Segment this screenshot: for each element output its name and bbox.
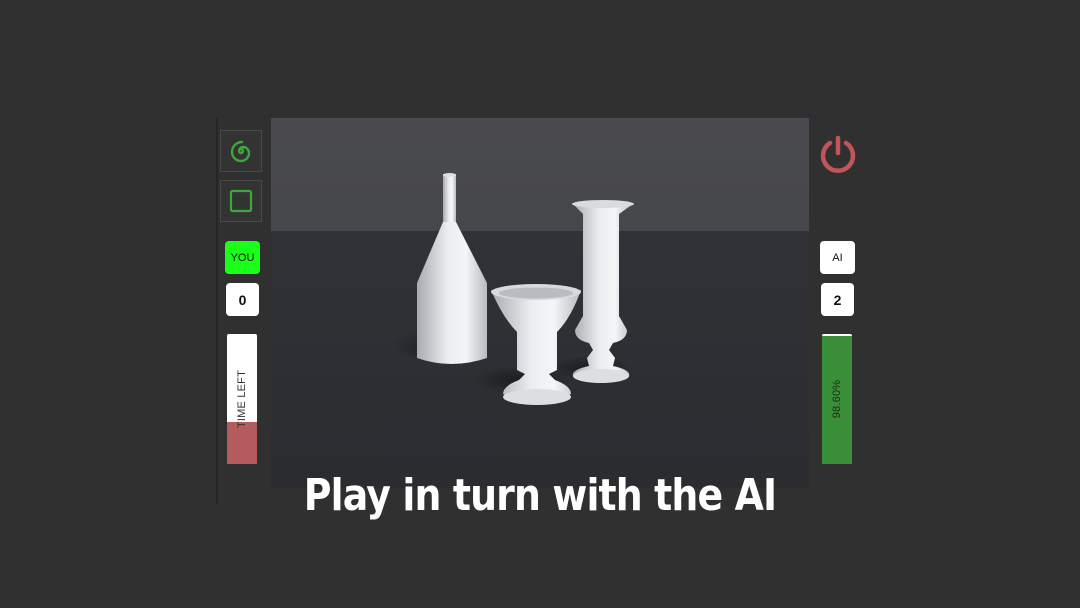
similarity-bar: 98.60% <box>822 334 852 464</box>
time-left-fill <box>227 422 257 464</box>
tall-vase[interactable] <box>572 200 634 383</box>
spiral-icon <box>230 140 251 163</box>
square-icon <box>229 189 253 213</box>
game-viewport[interactable] <box>271 118 809 488</box>
similarity-percent: 98.60% <box>831 379 843 419</box>
ai-label-badge: AI <box>820 241 855 274</box>
tutorial-caption: Play in turn with the AI <box>303 470 777 521</box>
left-panel-edge <box>216 118 218 504</box>
spiral-tool-button[interactable] <box>220 130 262 172</box>
bottle-vase[interactable] <box>417 173 487 364</box>
power-button[interactable] <box>818 134 858 174</box>
player-label-badge: YOU <box>225 241 260 274</box>
player-score: 0 <box>226 283 259 316</box>
time-left-label: TIME LEFT <box>236 369 248 429</box>
power-icon <box>820 135 856 173</box>
ai-score: 2 <box>821 283 854 316</box>
time-left-bar: TIME LEFT <box>227 334 257 464</box>
square-tool-button[interactable] <box>220 180 262 222</box>
vase-scene <box>393 173 634 405</box>
